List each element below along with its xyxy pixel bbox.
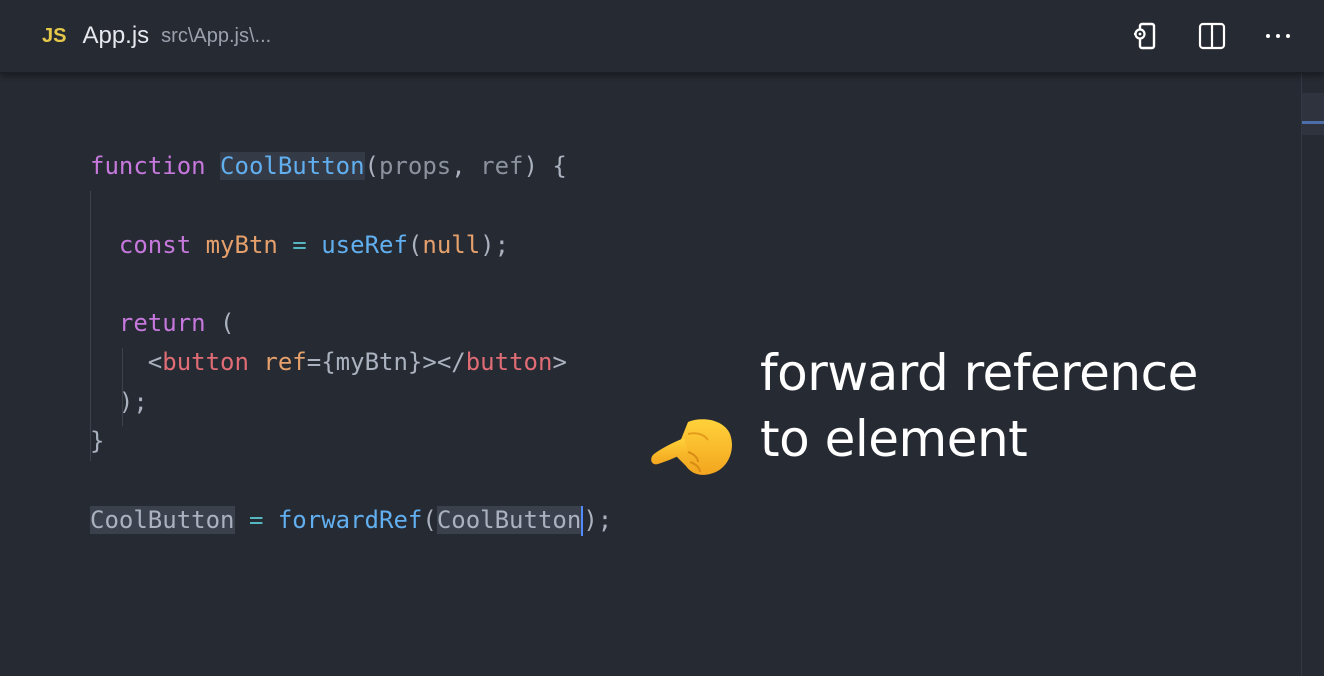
code-line-3: const myBtn = useRef(null);	[118, 230, 510, 259]
code-line-6: <button ref={myBtn}></button>	[147, 348, 567, 377]
selection-highlight: CoolButton	[90, 505, 235, 534]
function-name-highlight: CoolButton	[220, 152, 365, 180]
scrollbar-cursor-marker	[1302, 121, 1324, 124]
vertical-scrollbar[interactable]	[1301, 73, 1324, 676]
code-content: function CoolButton(props, ref) { const …	[90, 147, 612, 540]
selection-highlight: CoolButton	[436, 505, 582, 534]
code-line-1: function CoolButton(props, ref) {	[90, 152, 567, 180]
more-actions-icon	[1266, 34, 1290, 38]
open-preview-icon	[1134, 22, 1156, 50]
annotation-caption: forward reference to element	[760, 340, 1198, 472]
annotation-line-2: to element	[760, 410, 1028, 468]
open-preview-button[interactable]	[1130, 20, 1162, 52]
editor-tab-bar: JS App.js src\App.js\...	[0, 0, 1324, 73]
scrollbar-thumb[interactable]	[1302, 93, 1324, 135]
more-actions-button[interactable]	[1262, 20, 1294, 52]
code-line-10: CoolButton = forwardRef(CoolButton);	[90, 505, 613, 536]
split-editor-button[interactable]	[1196, 20, 1228, 52]
annotation-line-1: forward reference	[760, 344, 1198, 402]
tab-file-name: App.js	[82, 22, 150, 49]
pointing-hand-icon	[651, 419, 732, 475]
javascript-file-icon: JS	[42, 24, 67, 47]
split-editor-icon	[1198, 22, 1226, 50]
tab-file-path: src\App.js\...	[161, 24, 272, 47]
editor-actions	[1096, 0, 1294, 72]
code-line-5: return (	[118, 309, 235, 338]
code-line-8: }	[90, 427, 105, 456]
code-line-7: );	[118, 387, 148, 416]
tab-app-js[interactable]: JS App.js src\App.js\...	[42, 0, 271, 72]
